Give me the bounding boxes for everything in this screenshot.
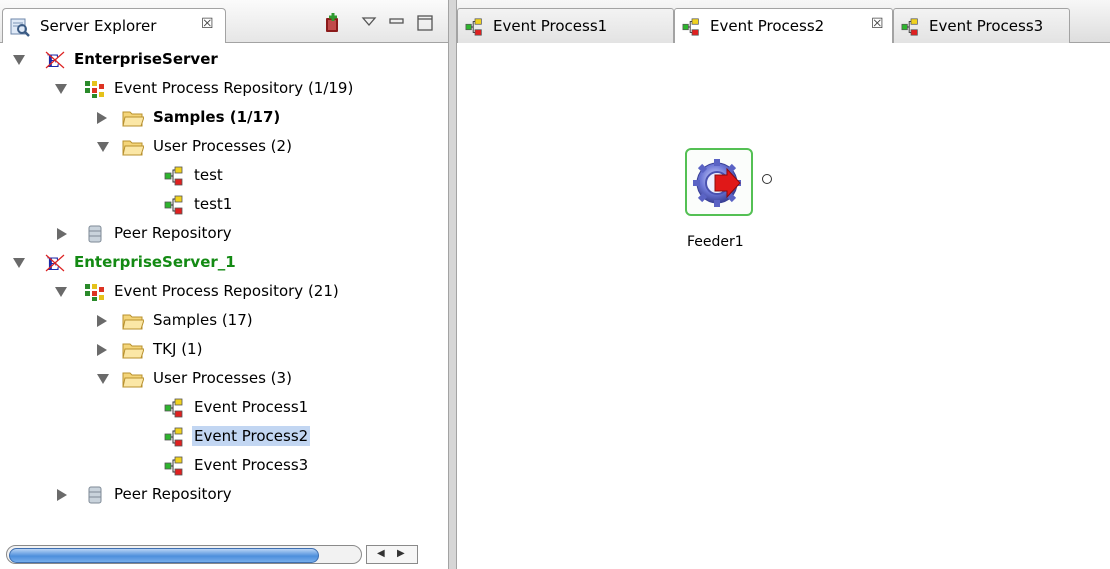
event-process-icon bbox=[682, 18, 699, 36]
tab-label: Event Process3 bbox=[929, 17, 1044, 35]
folder-icon bbox=[122, 343, 144, 359]
open-folder-icon bbox=[122, 140, 144, 156]
editor-area: Event Process1 Event Process2 ☒ Event Pr… bbox=[457, 0, 1110, 569]
collapsed-arrow-icon[interactable] bbox=[97, 112, 107, 124]
repository-icon bbox=[85, 81, 104, 98]
close-icon[interactable]: ☒ bbox=[201, 16, 214, 32]
database-icon bbox=[88, 225, 102, 243]
tree-item-label: test bbox=[194, 166, 223, 184]
folder-icon bbox=[122, 111, 144, 127]
scroll-arrows: ◀ ▶ bbox=[366, 545, 418, 564]
minimize-icon[interactable] bbox=[386, 12, 408, 34]
feeder-gear-icon bbox=[693, 159, 741, 207]
feeder-node[interactable] bbox=[685, 148, 753, 216]
tree-item-process[interactable]: test1 bbox=[0, 191, 446, 220]
event-process-icon bbox=[164, 195, 183, 215]
tree-item-peer-repository[interactable]: Peer Repository bbox=[0, 481, 446, 510]
collapsed-arrow-icon[interactable] bbox=[57, 228, 67, 240]
tab-label: Event Process1 bbox=[493, 17, 608, 35]
tree-item-label: EnterpriseServer bbox=[74, 50, 218, 68]
scrollbar-thumb[interactable] bbox=[9, 548, 319, 563]
tree-item-user-processes[interactable]: User Processes (2) bbox=[0, 133, 446, 162]
scroll-left-icon[interactable]: ◀ bbox=[377, 548, 385, 559]
tree-item-label: Event Process Repository (1/19) bbox=[114, 79, 354, 97]
folder-icon bbox=[122, 314, 144, 330]
tree-item-repository[interactable]: Event Process Repository (1/19) bbox=[0, 75, 446, 104]
event-process-icon bbox=[164, 166, 183, 186]
enterprise-server-icon: E bbox=[45, 254, 65, 273]
open-folder-icon bbox=[122, 372, 144, 388]
expanded-arrow-icon[interactable] bbox=[55, 84, 67, 94]
tree-item-label: User Processes (2) bbox=[153, 137, 292, 155]
scrollbar-track[interactable] bbox=[6, 545, 362, 564]
server-explorer-view: Server Explorer ☒ E EnterpriseServer Eve… bbox=[0, 0, 448, 569]
collapsed-arrow-icon[interactable] bbox=[97, 344, 107, 356]
expanded-arrow-icon[interactable] bbox=[97, 374, 109, 384]
tree-item-enterpriseserver-1[interactable]: E EnterpriseServer_1 bbox=[0, 249, 446, 278]
output-port[interactable] bbox=[762, 174, 772, 184]
event-process-icon bbox=[164, 456, 183, 476]
maximize-icon[interactable] bbox=[414, 12, 436, 34]
event-process-icon bbox=[901, 18, 918, 36]
tree-item-repository[interactable]: Event Process Repository (21) bbox=[0, 278, 446, 307]
event-process-icon bbox=[465, 18, 482, 36]
tree-item-peer-repository[interactable]: Peer Repository bbox=[0, 220, 446, 249]
tree-item-label: test1 bbox=[194, 195, 233, 213]
tree-item-label: Event Process2 bbox=[192, 426, 311, 446]
tree-item-samples[interactable]: Samples (1/17) bbox=[0, 104, 446, 133]
tree-item-label: Samples (17) bbox=[153, 311, 253, 329]
event-process-icon bbox=[164, 398, 183, 418]
collapsed-arrow-icon[interactable] bbox=[57, 489, 67, 501]
event-process-icon bbox=[164, 427, 183, 447]
tree-item-label: Event Process1 bbox=[194, 398, 309, 416]
database-icon bbox=[88, 486, 102, 504]
tab-event-process1[interactable]: Event Process1 bbox=[457, 8, 674, 43]
tree-item-label: Peer Repository bbox=[114, 224, 232, 242]
view-tab-bar: Server Explorer ☒ bbox=[0, 0, 448, 43]
tree-item-label: EnterpriseServer_1 bbox=[74, 253, 236, 271]
tree-item-enterpriseserver[interactable]: E EnterpriseServer bbox=[0, 46, 446, 75]
tree-item-label: Peer Repository bbox=[114, 485, 232, 503]
tree-item-label: Event Process3 bbox=[194, 456, 309, 474]
tree-item-process[interactable]: Event Process1 bbox=[0, 394, 446, 423]
tree-item-samples[interactable]: Samples (17) bbox=[0, 307, 446, 336]
tree-item-tkj[interactable]: TKJ (1) bbox=[0, 336, 446, 365]
tab-label: Event Process2 bbox=[710, 17, 825, 35]
view-menu-icon[interactable] bbox=[358, 12, 380, 34]
expanded-arrow-icon[interactable] bbox=[97, 142, 109, 152]
repository-icon bbox=[85, 284, 104, 301]
horizontal-scrollbar[interactable]: ◀ ▶ bbox=[6, 545, 418, 564]
collapsed-arrow-icon[interactable] bbox=[97, 315, 107, 327]
tree-item-user-processes[interactable]: User Processes (3) bbox=[0, 365, 446, 394]
expanded-arrow-icon[interactable] bbox=[55, 287, 67, 297]
tree-item-label: User Processes (3) bbox=[153, 369, 292, 387]
close-icon[interactable]: ☒ bbox=[871, 16, 884, 32]
tab-server-explorer[interactable]: Server Explorer ☒ bbox=[2, 8, 226, 43]
sash-divider[interactable] bbox=[448, 0, 457, 569]
tree-item-process[interactable]: test bbox=[0, 162, 446, 191]
process-canvas[interactable]: Feeder1 bbox=[457, 44, 1110, 569]
new-server-icon[interactable] bbox=[322, 12, 344, 34]
expanded-arrow-icon[interactable] bbox=[13, 55, 25, 65]
view-toolbar bbox=[322, 12, 442, 36]
tab-event-process2[interactable]: Event Process2 ☒ bbox=[674, 8, 893, 43]
scroll-right-icon[interactable]: ▶ bbox=[397, 548, 405, 559]
tree-item-label: Event Process Repository (21) bbox=[114, 282, 339, 300]
feeder-node-label: Feeder1 bbox=[687, 234, 744, 250]
enterprise-server-icon: E bbox=[45, 51, 65, 70]
tab-label: Server Explorer bbox=[40, 17, 157, 35]
tree-item-label: TKJ (1) bbox=[153, 340, 203, 358]
tree-item-process-selected[interactable]: Event Process2 bbox=[0, 423, 446, 452]
editor-tab-bar: Event Process1 Event Process2 ☒ Event Pr… bbox=[457, 0, 1110, 43]
expanded-arrow-icon[interactable] bbox=[13, 258, 25, 268]
server-explorer-icon bbox=[10, 18, 30, 37]
tree-item-label: Samples (1/17) bbox=[153, 108, 281, 126]
tree-item-process[interactable]: Event Process3 bbox=[0, 452, 446, 481]
tab-event-process3[interactable]: Event Process3 bbox=[893, 8, 1070, 43]
